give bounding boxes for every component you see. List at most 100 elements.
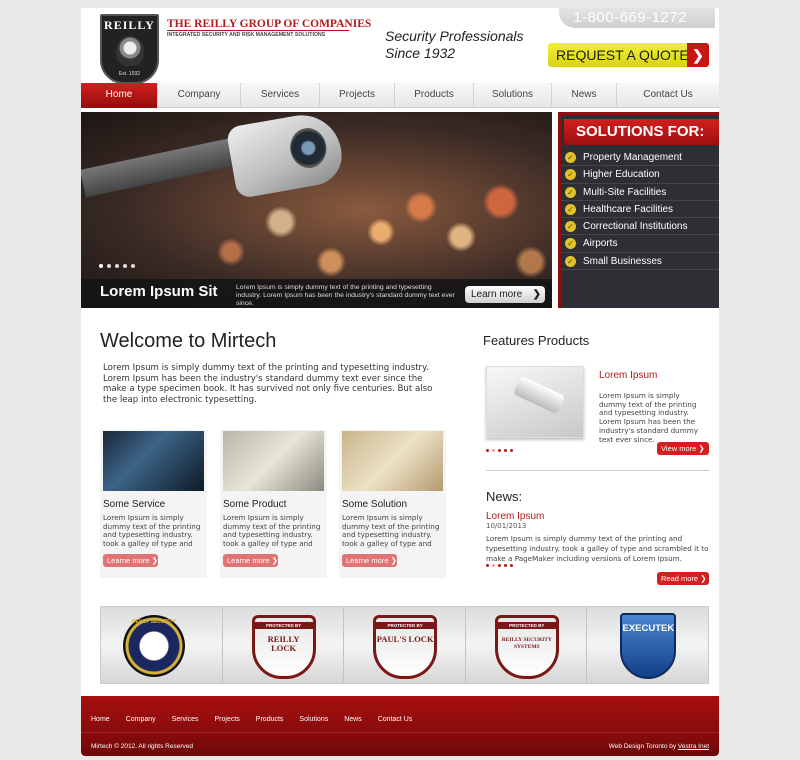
solutions-item-label: Healthcare Facilities	[583, 203, 674, 215]
footer-nav-item[interactable]: Services	[172, 716, 199, 723]
card-button-label: Learne more	[107, 556, 150, 565]
card-button-label: Learne more	[227, 556, 270, 565]
check-icon: ✓	[565, 186, 576, 198]
nav-item-company[interactable]: Company	[158, 83, 241, 108]
nav-item-contact[interactable]: Contact Us	[617, 83, 719, 108]
request-quote-button[interactable]: REQUEST A QUOTE ❯	[548, 43, 709, 67]
copyright-text: Mirtech © 2012. All rights Reserved	[91, 743, 193, 750]
partner-logos: REILLY SECURITY PROTECTED BY REILLY LOCK…	[100, 606, 709, 684]
footer-nav-item[interactable]: Company	[126, 716, 156, 723]
slider-dots	[99, 264, 135, 268]
partner-name: EXECUTEK	[622, 623, 675, 634]
footer: Home Company Services Projects Products …	[81, 696, 719, 756]
read-more-button[interactable]: Read more ❯	[657, 572, 709, 585]
nav-item-projects[interactable]: Projects	[320, 83, 395, 108]
nav-item-products[interactable]: Products	[395, 83, 474, 108]
partner-logo[interactable]: REILLY SECURITY	[101, 607, 223, 683]
welcome-title: Welcome to Mirtech	[100, 330, 277, 352]
view-more-button[interactable]: View more ❯	[657, 442, 709, 455]
hero-slider: Lorem Ipsum Sit Lorem Ipsum is simply du…	[81, 112, 552, 308]
card-learn-more-button[interactable]: Learne more ❯	[342, 554, 397, 567]
slider-dot[interactable]	[123, 264, 127, 268]
solutions-item[interactable]: ✓ Small Businesses	[561, 253, 719, 271]
tagline-line2: Since 1932	[385, 45, 456, 61]
partner-logo[interactable]: PROTECTED BY PAUL'S LOCK	[344, 607, 466, 683]
solutions-item-label: Small Businesses	[583, 255, 662, 267]
news-text: Lorem Ipsum is simply dummy text of the …	[486, 534, 709, 564]
footer-nav-item[interactable]: Home	[91, 716, 110, 723]
features-title: Features Products	[483, 333, 590, 348]
solutions-item-label: Airports	[583, 238, 618, 250]
slider-dot[interactable]	[486, 449, 489, 452]
nav-item-solutions[interactable]: Solutions	[474, 83, 552, 108]
news-item-title[interactable]: Lorem Ipsum	[486, 511, 544, 522]
card-button-label: Learne more	[346, 556, 389, 565]
solution-card: Some Solution Lorem Ipsum is simply dumm…	[339, 430, 446, 578]
check-icon: ✓	[565, 152, 576, 163]
slider-dot[interactable]	[486, 564, 489, 567]
service-image	[103, 431, 204, 491]
phone-number: 1-800-669-1272	[559, 8, 715, 28]
slider-dot[interactable]	[131, 264, 135, 268]
slider-dot[interactable]	[498, 449, 501, 452]
hero-caption-text: Lorem Ipsum is simply dummy text of the …	[236, 284, 455, 307]
slider-dot[interactable]	[492, 449, 495, 452]
solutions-item[interactable]: ✓ Higher Education	[561, 166, 719, 184]
read-more-label: Read more	[661, 574, 699, 583]
partner-logo[interactable]: PROTECTED BY REILLY SECURITY SYSTEMS	[466, 607, 588, 683]
slider-dot[interactable]	[498, 564, 501, 567]
solutions-item-label: Higher Education	[583, 169, 660, 181]
news-title: News:	[486, 489, 523, 504]
feature-product-name[interactable]: Lorem Ipsum	[599, 370, 657, 381]
partner-logo[interactable]: EXECUTEK	[587, 607, 708, 683]
slider-dot[interactable]	[115, 264, 119, 268]
feature-product-image[interactable]	[486, 366, 584, 438]
company-name: THE REILLY GROUP OF COMPANIES	[167, 18, 372, 30]
partner-name: REILLY SECURITY	[132, 619, 176, 625]
footer-nav-item[interactable]: Projects	[215, 716, 240, 723]
slider-dot[interactable]	[504, 564, 507, 567]
footer-nav-item[interactable]: Contact Us	[378, 716, 413, 723]
solutions-item[interactable]: ✓ Multi-Site Facilities	[561, 184, 719, 201]
solutions-item-label: Property Management	[583, 152, 682, 163]
learn-more-button[interactable]: Learn more ❯	[465, 286, 545, 303]
service-card: Some Service Lorem Ipsum is simply dummy…	[100, 430, 207, 578]
check-icon: ✓	[565, 255, 576, 267]
credit-link[interactable]: Vestra Inet	[678, 743, 709, 750]
reilly-lock-badge: PROTECTED BY REILLY LOCK	[251, 615, 316, 679]
slider-dot[interactable]	[510, 449, 513, 452]
partner-name: REILLY LOCK	[267, 634, 300, 653]
slider-dot[interactable]	[510, 564, 513, 567]
solutions-item[interactable]: ✓ Property Management	[561, 149, 719, 167]
solutions-list: ✓ Property Management ✓ Higher Education ✓…	[561, 149, 719, 271]
solutions-item[interactable]: ✓ Airports	[561, 235, 719, 253]
solutions-item[interactable]: ✓ Healthcare Facilities	[561, 201, 719, 219]
solution-image	[342, 431, 443, 491]
company-tagline: INTEGRATED SECURITY AND RISK MANAGEMENT …	[167, 30, 349, 38]
nav-item-services[interactable]: Services	[241, 83, 320, 108]
nav-item-news[interactable]: News	[552, 83, 617, 108]
design-credit: Web Design Toronto by Vestra Inet	[609, 743, 709, 750]
nav-item-home[interactable]: Home	[81, 83, 158, 108]
solutions-panel: SOLUTIONS FOR: ✓ Property Management ✓ Hig…	[558, 112, 719, 308]
security-camera-icon	[513, 375, 565, 415]
tagline-line1: Security Professionals	[385, 28, 524, 44]
company-logo[interactable]: REILLY Est. 1932	[100, 14, 159, 84]
slider-dot[interactable]	[492, 564, 495, 567]
footer-nav-item[interactable]: Solutions	[299, 716, 328, 723]
reilly-security-systems-badge: PROTECTED BY REILLY SECURITY SYSTEMS	[494, 615, 559, 679]
footer-nav-item[interactable]: Products	[256, 716, 284, 723]
card-learn-more-button[interactable]: Learne more ❯	[223, 554, 278, 567]
slider-dot[interactable]	[107, 264, 111, 268]
check-icon: ✓	[565, 221, 576, 233]
product-image	[223, 431, 324, 491]
slider-dot[interactable]	[504, 449, 507, 452]
slider-dot[interactable]	[99, 264, 103, 268]
solutions-title: SOLUTIONS FOR:	[564, 119, 719, 145]
news-dots	[486, 564, 513, 567]
solutions-item[interactable]: ✓ Correctional Institutions	[561, 218, 719, 236]
card-title: Some Service	[103, 499, 166, 510]
partner-logo[interactable]: PROTECTED BY REILLY LOCK	[223, 607, 345, 683]
card-learn-more-button[interactable]: Learne more ❯	[103, 554, 158, 567]
footer-nav-item[interactable]: News	[344, 716, 362, 723]
